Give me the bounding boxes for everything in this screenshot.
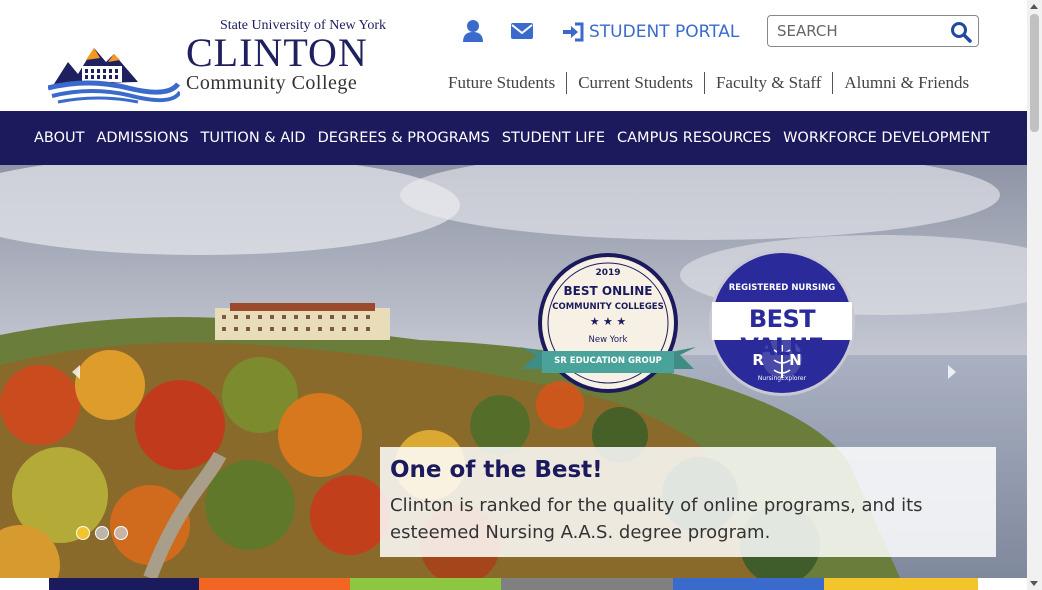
sign-in-icon — [563, 22, 584, 42]
nav-student-life[interactable]: STUDENT LIFE — [502, 130, 605, 146]
color-bar — [0, 578, 1027, 590]
scroll-down-icon[interactable] — [1030, 581, 1038, 586]
color-bar-segment — [199, 578, 350, 590]
hero-title: One of the Best! — [390, 457, 603, 483]
audience-link-current-students[interactable]: Current Students — [566, 72, 704, 94]
badge1-stars-icon: ★ ★ ★ — [589, 315, 627, 328]
nav-degrees-programs[interactable]: DEGREES & PROGRAMS — [318, 130, 490, 146]
nav-campus-resources[interactable]: CAMPUS RESOURCES — [617, 130, 771, 146]
badge2-letters: R N — [752, 351, 812, 369]
audience-nav: Future Students Current Students Faculty… — [437, 72, 980, 94]
color-bar-gap — [0, 578, 49, 590]
hero-text: Clinton is ranked for the quality of onl… — [390, 495, 923, 543]
carousel-dot-2[interactable] — [95, 526, 109, 540]
page: State University of New York CLINTON Com… — [0, 0, 1042, 590]
badge1-line2: COMMUNITY COLLEGES — [552, 302, 664, 312]
user-icon[interactable] — [461, 18, 487, 44]
search-input[interactable] — [768, 17, 943, 45]
carousel-dot-1[interactable] — [76, 526, 90, 540]
audience-link-faculty-staff[interactable]: Faculty & Staff — [703, 72, 832, 94]
carousel-dot-3[interactable] — [114, 526, 128, 540]
logo-mountain-icon — [48, 48, 180, 104]
carousel-prev-icon[interactable] — [66, 361, 88, 383]
hero-carousel: 2019 BEST ONLINE COMMUNITY COLLEGES ★ ★ … — [0, 165, 1027, 578]
color-bar-gap — [978, 578, 1027, 590]
site-header: State University of New York CLINTON Com… — [0, 0, 1027, 111]
scrollbar-thumb[interactable] — [1030, 14, 1039, 132]
badge1-line1: BEST ONLINE — [563, 284, 653, 298]
nav-tuition-aid[interactable]: TUITION & AID — [201, 130, 306, 146]
color-bar-segment — [501, 578, 673, 590]
page-scrollbar[interactable] — [1027, 0, 1042, 590]
color-bar-segment — [49, 578, 199, 590]
audience-link-future-students[interactable]: Future Students — [437, 72, 566, 94]
badge1-year: 2019 — [595, 268, 621, 278]
logo-wordmark: State University of New York CLINTON Com… — [186, 18, 386, 94]
best-online-badge: 2019 BEST ONLINE COMMUNITY COLLEGES ★ ★ … — [520, 251, 700, 401]
best-value-badge: REGISTERED NURSING BEST VALUE R N Nursin… — [708, 250, 858, 398]
main-nav: ABOUT ADMISSIONS TUITION & AID DEGREES &… — [0, 111, 1027, 165]
student-portal-link[interactable]: STUDENT PORTAL — [562, 22, 739, 42]
search-icon[interactable] — [950, 21, 972, 43]
envelope-icon[interactable] — [510, 18, 536, 44]
badge2-bottom: NursingExplorer — [757, 375, 807, 382]
student-portal-label: STUDENT PORTAL — [589, 22, 740, 42]
color-bar-segment — [350, 578, 501, 590]
college-logo[interactable]: State University of New York CLINTON Com… — [48, 18, 386, 104]
logo-clinton-line: CLINTON — [186, 30, 368, 75]
audience-link-alumni-friends[interactable]: Alumni & Friends — [832, 72, 980, 94]
search-box — [767, 15, 979, 47]
nav-workforce-development[interactable]: WORKFORCE DEVELOPMENT — [783, 130, 990, 146]
hero-caption: One of the Best! Clinton is ranked for t… — [380, 447, 996, 557]
color-bar-segment — [824, 578, 978, 590]
badge1-ribbon: SR EDUCATION GROUP — [554, 356, 662, 366]
logo-community-college-line: Community College — [186, 72, 358, 94]
carousel-indicators — [76, 526, 133, 540]
carousel-next-icon[interactable] — [940, 361, 962, 383]
scroll-up-icon[interactable] — [1030, 4, 1038, 9]
badge1-state: New York — [588, 335, 628, 345]
nav-about[interactable]: ABOUT — [34, 130, 85, 146]
color-bar-segment — [673, 578, 824, 590]
nav-admissions[interactable]: ADMISSIONS — [97, 130, 189, 146]
badge2-top: REGISTERED NURSING — [728, 283, 836, 293]
